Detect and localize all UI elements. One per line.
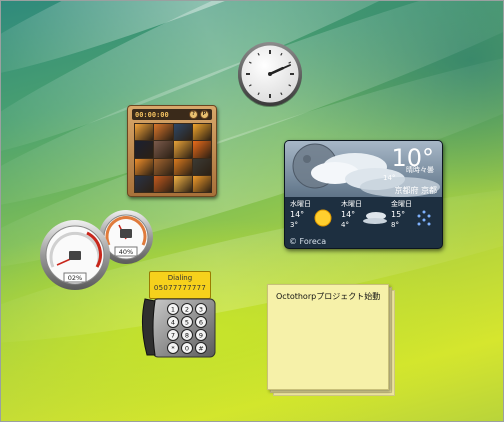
memory-icon (120, 229, 132, 238)
note-text[interactable]: Octothorpプロジェクト始動 (276, 291, 386, 302)
puzzle-timer: 00:00:00 (135, 110, 169, 119)
puzzle-tile[interactable] (154, 124, 173, 141)
memory-percent: 40% (119, 248, 133, 256)
note-paper[interactable]: Octothorpプロジェクト始動 (267, 284, 389, 390)
keypad-key-label: # (198, 345, 203, 353)
cloudy-icon (363, 212, 387, 224)
phone-dialer-gadget[interactable]: Dialing 05077777777 1 2 3 4 5 6 7 8 9 * 0 # (139, 271, 221, 361)
puzzle-tile[interactable] (154, 141, 173, 158)
puzzle-tile[interactable] (192, 124, 211, 141)
keypad-key-label: 5 (185, 319, 189, 327)
dial-status: Dialing (167, 274, 193, 282)
forecast-day-label: 木曜日 (341, 200, 362, 208)
keypad-key-label: 4 (171, 319, 175, 327)
puzzle-tile[interactable] (173, 158, 192, 175)
forecast-day: 木曜日 14° 4° (341, 199, 389, 235)
puzzle-tile[interactable] (154, 175, 173, 192)
weather-location: 京都府 京都 (394, 186, 437, 195)
phone-handset (141, 298, 156, 356)
today-temperature: 14° (383, 174, 396, 182)
keypad-key-label: 6 (199, 319, 203, 327)
cpu-icon (69, 251, 81, 260)
forecast-low: 8° (391, 221, 399, 229)
forecast-day-label: 金曜日 (391, 200, 412, 208)
puzzle-tile[interactable] (173, 175, 192, 192)
puzzle-tile[interactable] (154, 158, 173, 175)
puzzle-tile[interactable] (135, 141, 154, 158)
telephone-body: 1 2 34 5 67 8 9* 0 # (141, 298, 216, 358)
forecast-low: 4° (341, 221, 349, 229)
puzzle-tile[interactable] (135, 158, 154, 175)
forecast-high: 14° (290, 210, 305, 219)
weather-gadget[interactable]: 10° 晴時々曇 14° 京都府 京都 水曜日 14° 3° 木曜日 14° 4… (284, 140, 443, 249)
forecast-low: 3° (290, 221, 298, 229)
keypad-key-label: 8 (185, 332, 189, 340)
forecast-high: 14° (341, 210, 356, 219)
puzzle-tile[interactable] (135, 175, 154, 192)
weather-condition: 晴時々曇 (406, 166, 434, 174)
puzzle-tile[interactable] (192, 158, 211, 175)
puzzle-tile-grid[interactable] (134, 123, 212, 193)
keypad-key-label: 1 (171, 306, 175, 314)
keypad-key-label: 7 (171, 332, 175, 340)
sun-icon (314, 209, 332, 227)
forecast-day: 水曜日 14° 3° (290, 199, 338, 235)
keypad-key-label: 3 (199, 306, 203, 314)
forecast-day: 金曜日 15° 8° (391, 199, 439, 235)
desktop-wallpaper: 00:00:00 ? P 10° 晴時々曇 14° 京都府 京都 水曜日 14°… (0, 0, 504, 422)
picture-puzzle-gadget[interactable]: 00:00:00 ? P (127, 105, 217, 197)
keypad-key-label: 2 (185, 306, 189, 314)
forecast-day-label: 水曜日 (290, 200, 311, 208)
puzzle-tile[interactable] (192, 141, 211, 158)
puzzle-tile[interactable] (135, 124, 154, 141)
puzzle-tile[interactable] (173, 141, 192, 158)
puzzle-help-button[interactable]: ? (189, 110, 198, 119)
puzzle-picture-button[interactable]: P (200, 110, 209, 119)
puzzle-tile[interactable] (173, 124, 192, 141)
clock-gadget[interactable] (237, 41, 303, 107)
weather-sky-panel: 10° 晴時々曇 14° 京都府 京都 (285, 141, 442, 197)
weather-credit: © Foreca (289, 237, 327, 246)
puzzle-tile[interactable] (192, 175, 211, 192)
snow-icon (417, 210, 431, 226)
clock-center (268, 72, 272, 76)
keypad-key-label: 9 (199, 332, 203, 340)
puzzle-toolbar: 00:00:00 ? P (132, 109, 212, 120)
cpu-percent: 02% (68, 274, 82, 282)
keypad-key-label: 0 (185, 345, 189, 353)
sticky-note-gadget[interactable]: Octothorpプロジェクト始動 (267, 284, 395, 396)
forecast-high: 15° (391, 210, 406, 219)
dialed-number: 05077777777 (153, 284, 207, 292)
